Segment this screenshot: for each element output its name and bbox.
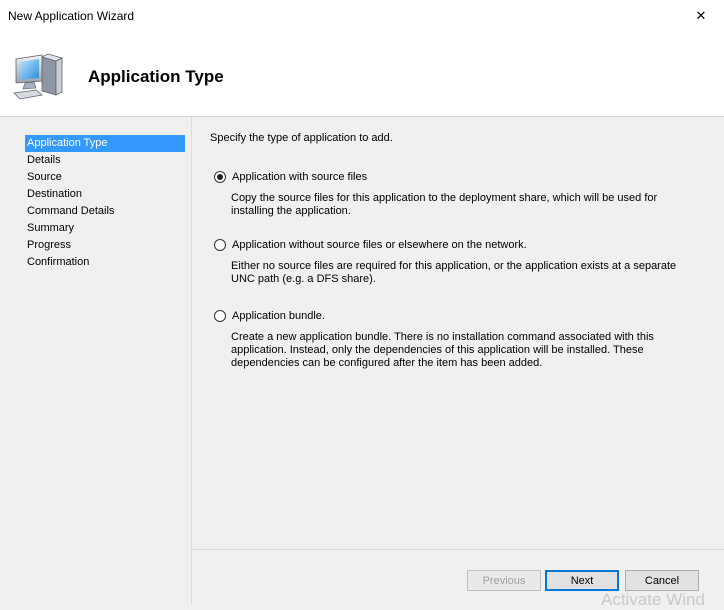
- previous-button[interactable]: Previous: [467, 570, 541, 591]
- radio-label[interactable]: Application bundle.: [232, 310, 325, 322]
- instruction-text: Specify the type of application to add.: [210, 132, 393, 144]
- activation-watermark: Activate Wind: [601, 590, 705, 609]
- radio-row-without-source-files[interactable]: Application without source files or else…: [214, 238, 704, 252]
- radio-button-without-source-files[interactable]: [214, 239, 226, 251]
- step-item-application-type[interactable]: Application Type: [25, 135, 185, 152]
- next-button[interactable]: Next: [545, 570, 619, 591]
- page-title: Application Type: [88, 67, 224, 86]
- option-description: Create a new application bundle. There i…: [231, 331, 654, 369]
- wizard-header: Application Type: [0, 31, 724, 117]
- radio-row-with-source-files[interactable]: Application with source files: [214, 170, 704, 184]
- step-item-command-details[interactable]: Command Details: [25, 203, 185, 220]
- window-title: New Application Wizard: [8, 9, 135, 23]
- wizard-steps-sidebar: Application Type Details Source Destinat…: [0, 117, 192, 605]
- computer-icon: [12, 51, 66, 101]
- step-item-confirmation[interactable]: Confirmation: [25, 254, 185, 271]
- option-application-bundle: Application bundle. Create a new applica…: [214, 309, 704, 370]
- title-bar: New Application Wizard ✕: [0, 0, 724, 31]
- close-icon: ✕: [695, 7, 707, 23]
- option-description: Copy the source files for this applicati…: [231, 192, 658, 217]
- step-item-details[interactable]: Details: [25, 152, 185, 169]
- step-list: Application Type Details Source Destinat…: [25, 135, 185, 271]
- radio-button-application-bundle[interactable]: [214, 310, 226, 322]
- step-item-progress[interactable]: Progress: [25, 237, 185, 254]
- radio-row-application-bundle[interactable]: Application bundle.: [214, 309, 704, 323]
- option-without-source-files: Application without source files or else…: [214, 238, 704, 286]
- radio-label[interactable]: Application without source files or else…: [232, 239, 527, 251]
- close-button[interactable]: ✕: [678, 0, 724, 31]
- option-with-source-files: Application with source files Copy the s…: [214, 170, 704, 218]
- cancel-button[interactable]: Cancel: [625, 570, 699, 591]
- step-item-source[interactable]: Source: [25, 169, 185, 186]
- step-item-summary[interactable]: Summary: [25, 220, 185, 237]
- step-item-destination[interactable]: Destination: [25, 186, 185, 203]
- radio-button-with-source-files[interactable]: [214, 171, 226, 183]
- main-panel: Specify the type of application to add. …: [192, 117, 724, 549]
- option-description: Either no source files are required for …: [231, 260, 677, 285]
- radio-label[interactable]: Application with source files: [232, 171, 367, 183]
